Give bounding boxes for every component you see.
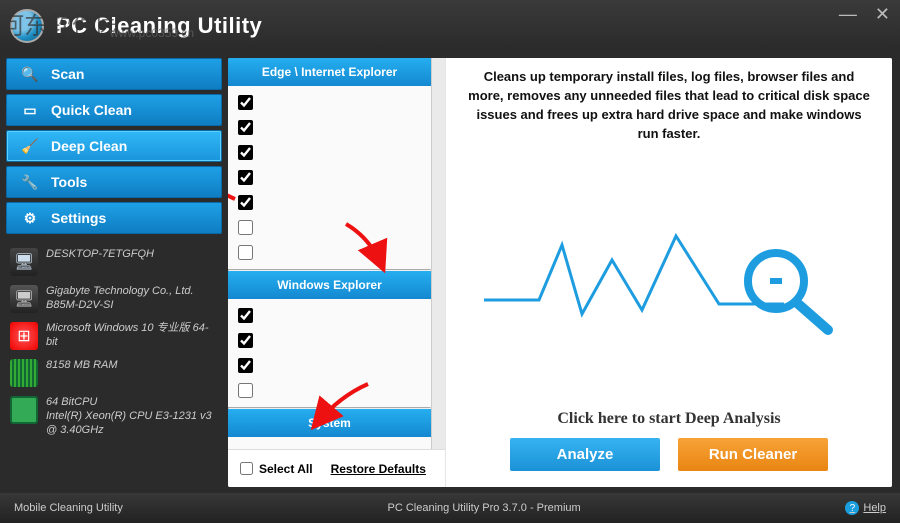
help-link[interactable]: ? Help: [845, 501, 886, 515]
checklist-item[interactable]: [238, 90, 421, 115]
nav-label: Settings: [51, 210, 106, 226]
help-icon: ?: [845, 501, 859, 515]
checklist-checkbox[interactable]: [238, 120, 253, 135]
nav-label: Quick Clean: [51, 102, 132, 118]
checklist-item[interactable]: [238, 140, 421, 165]
hostname-label: DESKTOP-7ETGFQH: [46, 248, 218, 262]
system-info: 🖥 DESKTOP-7ETGFQH 🖥 Gigabyte Technology …: [6, 244, 222, 437]
checklist-checkbox[interactable]: [238, 95, 253, 110]
analysis-graphic: [464, 143, 874, 410]
titlebar: 河东软件园 www.pc0359.cn PC Cleaning Utility …: [0, 0, 900, 52]
analyze-button[interactable]: Analyze: [510, 438, 660, 471]
help-label: Help: [863, 502, 886, 514]
info-panel: Cleans up temporary install files, log f…: [446, 58, 892, 487]
checklist-checkbox[interactable]: [238, 333, 253, 348]
status-center: PC Cleaning Utility Pro 3.7.0 - Premium: [123, 502, 846, 514]
ram-icon: [10, 359, 38, 387]
select-all-label: Select All: [259, 462, 313, 476]
checklist-checkbox[interactable]: [238, 358, 253, 373]
checklist-checkbox[interactable]: [238, 245, 253, 260]
gear-icon: ⚙: [21, 210, 39, 227]
motherboard-icon: 🖥: [10, 285, 38, 313]
statusbar: Mobile Cleaning Utility PC Cleaning Util…: [0, 493, 900, 523]
close-button[interactable]: ✕: [871, 4, 894, 25]
app-logo-icon: [10, 9, 44, 43]
checklist-item[interactable]: [238, 215, 421, 240]
app-title: PC Cleaning Utility: [56, 13, 262, 39]
computer-icon: 🖥: [10, 248, 38, 276]
section-header-system: System: [228, 409, 431, 437]
nav-label: Deep Clean: [51, 138, 127, 154]
restore-defaults-link[interactable]: Restore Defaults: [331, 462, 426, 476]
checklist-scrollbar[interactable]: [431, 58, 445, 449]
checklist-item[interactable]: [238, 328, 421, 353]
section-header-edge: Edge \ Internet Explorer: [228, 58, 431, 86]
checklist-checkbox[interactable]: [238, 383, 253, 398]
checklist-item[interactable]: [238, 240, 421, 265]
nav-settings[interactable]: ⚙ Settings: [6, 202, 222, 234]
run-cleaner-button[interactable]: Run Cleaner: [678, 438, 828, 471]
nav-tools[interactable]: 🔧 Tools: [6, 166, 222, 198]
description-text: Cleans up temporary install files, log f…: [464, 68, 874, 143]
checklist-item[interactable]: [238, 353, 421, 378]
sidebar: 🔍 Scan ▭ Quick Clean 🧹 Deep Clean 🔧 Tool…: [0, 52, 228, 493]
os-label: Microsoft Windows 10 专业版 64-bit: [46, 322, 218, 350]
select-all-checkbox[interactable]: Select All: [240, 462, 313, 476]
checklist-checkbox[interactable]: [238, 145, 253, 160]
minimize-button[interactable]: —: [835, 4, 861, 25]
wrench-icon: 🔧: [21, 174, 39, 191]
status-left[interactable]: Mobile Cleaning Utility: [14, 502, 123, 514]
windows-icon: ⊞: [10, 322, 38, 350]
checklist-item[interactable]: [238, 378, 421, 403]
nav-scan[interactable]: 🔍 Scan: [6, 58, 222, 90]
cpu-label: 64 BitCPU Intel(R) Xeon(R) CPU E3-1231 v…: [46, 396, 218, 437]
motherboard-label: Gigabyte Technology Co., Ltd. B85M-D2V-S…: [46, 285, 218, 313]
nav-label: Scan: [51, 66, 84, 82]
main-pane: Edge \ Internet Explorer Windows Explore…: [228, 58, 892, 487]
checklist-item[interactable]: [238, 115, 421, 140]
checklist-checkbox[interactable]: [238, 170, 253, 185]
checklist-checkbox[interactable]: [238, 308, 253, 323]
nav-deep-clean[interactable]: 🧹 Deep Clean: [6, 130, 222, 162]
ram-label: 8158 MB RAM: [46, 359, 218, 373]
checklist-item[interactable]: [238, 165, 421, 190]
section-header-winexp: Windows Explorer: [228, 271, 431, 299]
search-icon: 🔍: [21, 66, 39, 83]
checklist-footer: Select All Restore Defaults: [228, 449, 445, 487]
select-all-input[interactable]: [240, 462, 253, 475]
hint-text: Click here to start Deep Analysis: [464, 410, 874, 428]
checklist-checkbox[interactable]: [238, 195, 253, 210]
app-logo-title: PC Cleaning Utility: [10, 9, 262, 43]
window-icon: ▭: [21, 102, 39, 119]
nav-label: Tools: [51, 174, 87, 190]
cpu-icon: [10, 396, 38, 424]
checklist-item[interactable]: [238, 303, 421, 328]
broom-icon: 🧹: [21, 138, 39, 155]
checklist-item[interactable]: [238, 190, 421, 215]
nav-quick-clean[interactable]: ▭ Quick Clean: [6, 94, 222, 126]
checklist-checkbox[interactable]: [238, 220, 253, 235]
app-body: 🔍 Scan ▭ Quick Clean 🧹 Deep Clean 🔧 Tool…: [0, 52, 900, 493]
app-window: 河东软件园 www.pc0359.cn PC Cleaning Utility …: [0, 0, 900, 523]
